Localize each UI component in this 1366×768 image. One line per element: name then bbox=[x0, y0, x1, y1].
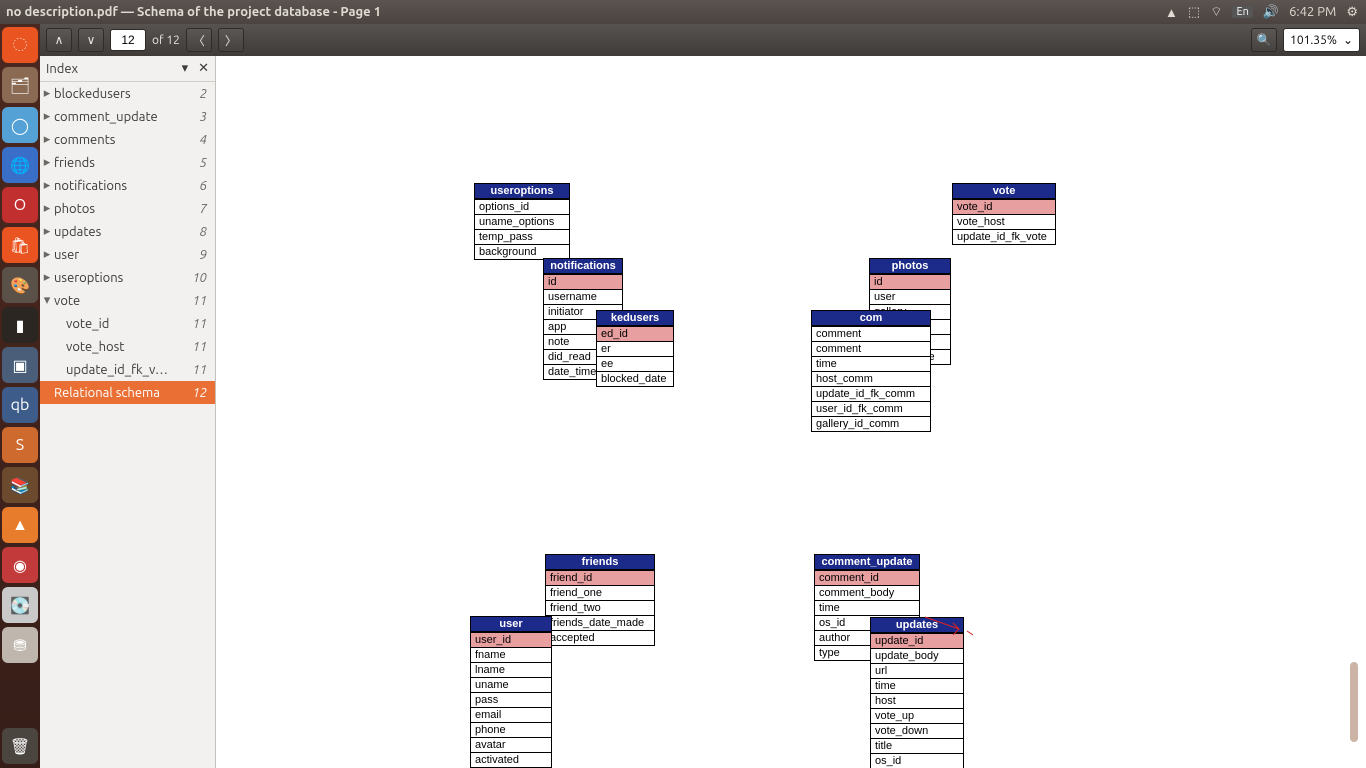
chevron-down-icon: ⌄ bbox=[1343, 33, 1353, 47]
page-count-label: of 12 bbox=[152, 34, 180, 47]
index-item-update-id-fk-v-[interactable]: update_id_fk_v…11 bbox=[40, 358, 215, 381]
db-table-blockedusers: kedusersed_idereeblocked_date bbox=[596, 310, 674, 387]
db-table-useroptions: useroptionsoptions_iduname_optionstemp_p… bbox=[474, 183, 570, 260]
index-item-photos[interactable]: ▸photos7 bbox=[40, 197, 215, 220]
window-title: no description.pdf — Schema of the proje… bbox=[6, 5, 1165, 19]
files-icon[interactable]: 🗂 bbox=[2, 67, 38, 103]
opera-icon[interactable]: O bbox=[2, 187, 38, 223]
db-table-friends: friendsfriend_idfriend_onefriend_twofrie… bbox=[545, 554, 655, 646]
index-item-comment-update[interactable]: ▸comment_update3 bbox=[40, 105, 215, 128]
system-tray: ▲ ⬚ ⌔ En 🔊 6:42 PM ⚙ bbox=[1165, 4, 1366, 20]
index-item-updates[interactable]: ▸updates8 bbox=[40, 220, 215, 243]
software-center-icon[interactable]: 🛍 bbox=[2, 227, 38, 263]
wifi-icon[interactable]: ⌔ bbox=[1210, 4, 1222, 20]
sublime-icon[interactable]: S bbox=[2, 427, 38, 463]
unity-launcher: ◌ 🗂 ◯ 🌐 O 🛍 🎨 ▮ ▣ qb S 📚 ▲ ◉ 💽 ⛃ 🗑 bbox=[0, 24, 40, 768]
disk-icon[interactable]: 💽 bbox=[2, 587, 38, 623]
db-table-user: useruser_idfnamelnameunamepassemailphone… bbox=[470, 616, 552, 768]
index-item-user[interactable]: ▸user9 bbox=[40, 243, 215, 266]
search-icon[interactable]: 🔍 bbox=[1251, 28, 1277, 52]
index-item-vote-id[interactable]: vote_id11 bbox=[40, 312, 215, 335]
page-back-button[interactable]: 〈 bbox=[186, 28, 212, 52]
qbittorrent-icon[interactable]: qb bbox=[2, 387, 38, 423]
db-table-updates: updatesupdate_idupdate_bodyurltimehostvo… bbox=[870, 617, 964, 768]
prev-result-button[interactable]: ∧ bbox=[46, 28, 72, 52]
index-sidebar: Index ▾ ✕ ▸blockedusers2▸comment_update3… bbox=[40, 56, 216, 768]
clock[interactable]: 6:42 PM bbox=[1289, 5, 1336, 19]
trash-icon[interactable]: 🗑 bbox=[2, 728, 38, 764]
index-item-useroptions[interactable]: ▸useroptions10 bbox=[40, 266, 215, 289]
db-table-vote: votevote_idvote_hostupdate_id_fk_vote bbox=[952, 183, 1056, 245]
zoom-value: 101.35% bbox=[1290, 34, 1337, 47]
index-dropdown-icon[interactable]: ▾ bbox=[182, 61, 189, 76]
keyboard-layout-badge[interactable]: En bbox=[1232, 6, 1252, 18]
dropbox-icon[interactable]: ⬚ bbox=[1188, 5, 1200, 20]
chrome-icon[interactable]: ◯ bbox=[2, 107, 38, 143]
page-forward-button[interactable]: 〉 bbox=[218, 28, 244, 52]
terminal-icon[interactable]: ▮ bbox=[2, 307, 38, 343]
spotify-icon[interactable]: ◉ bbox=[2, 547, 38, 583]
scroll-indicator[interactable] bbox=[1350, 662, 1358, 742]
index-header: Index ▾ ✕ bbox=[40, 56, 215, 82]
volume-icon[interactable]: 🔊 bbox=[1263, 5, 1279, 20]
index-list: ▸blockedusers2▸comment_update3▸comments4… bbox=[40, 82, 215, 404]
vlc-icon[interactable]: ▲ bbox=[2, 507, 38, 543]
firefox-icon[interactable]: 🌐 bbox=[2, 147, 38, 183]
books-icon[interactable]: 📚 bbox=[2, 467, 38, 503]
index-item-relational-schema[interactable]: Relational schema12 bbox=[40, 381, 215, 404]
index-item-vote-host[interactable]: vote_host11 bbox=[40, 335, 215, 358]
virtualbox-icon[interactable]: ▣ bbox=[2, 347, 38, 383]
index-item-notifications[interactable]: ▸notifications6 bbox=[40, 174, 215, 197]
index-item-blockedusers[interactable]: ▸blockedusers2 bbox=[40, 82, 215, 105]
gear-icon[interactable]: ⚙ bbox=[1346, 5, 1358, 20]
close-icon[interactable]: ✕ bbox=[198, 61, 209, 76]
evince-toolbar: ∧ ∨ of 12 〈 〉 🔍 101.35% ⌄ bbox=[40, 24, 1366, 56]
index-title: Index bbox=[46, 62, 182, 76]
dash-icon[interactable]: ◌ bbox=[2, 27, 38, 63]
ubuntu-menubar: no description.pdf — Schema of the proje… bbox=[0, 0, 1366, 24]
vlc-tray-icon[interactable]: ▲ bbox=[1165, 5, 1178, 20]
db-table-comments: comcommentcommenttimehost_commupdate_id_… bbox=[811, 310, 931, 432]
next-result-button[interactable]: ∨ bbox=[78, 28, 104, 52]
ext-drive-icon[interactable]: ⛃ bbox=[2, 627, 38, 663]
document-canvas[interactable]: useroptionsoptions_iduname_optionstemp_p… bbox=[216, 56, 1366, 768]
index-item-comments[interactable]: ▸comments4 bbox=[40, 128, 215, 151]
index-item-friends[interactable]: ▸friends5 bbox=[40, 151, 215, 174]
zoom-level-dropdown[interactable]: 101.35% ⌄ bbox=[1283, 28, 1360, 52]
gimp-icon[interactable]: 🎨 bbox=[2, 267, 38, 303]
page-number-input[interactable] bbox=[110, 29, 146, 51]
index-item-vote[interactable]: ▾vote11 bbox=[40, 289, 215, 312]
